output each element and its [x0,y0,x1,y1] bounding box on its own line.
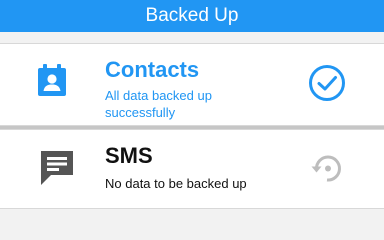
check-circle-icon[interactable] [308,64,346,107]
item-title: SMS [105,143,153,168]
restore-icon[interactable] [308,149,346,192]
list-item-sms[interactable]: SMS No data to be backed up [0,129,384,209]
app-header: Backed Up [0,0,384,32]
spacer [0,32,384,43]
spacer [0,209,384,219]
contacts-icon [38,64,66,101]
page-title: Backed Up [145,5,239,26]
list-item-contacts[interactable]: Contacts All data backed up successfully [0,43,384,126]
item-title: Contacts [105,57,200,82]
item-subtitle: All data backed up successfully [105,88,212,120]
item-subtitle: No data to be backed up [105,176,247,191]
sms-icon [38,148,76,191]
